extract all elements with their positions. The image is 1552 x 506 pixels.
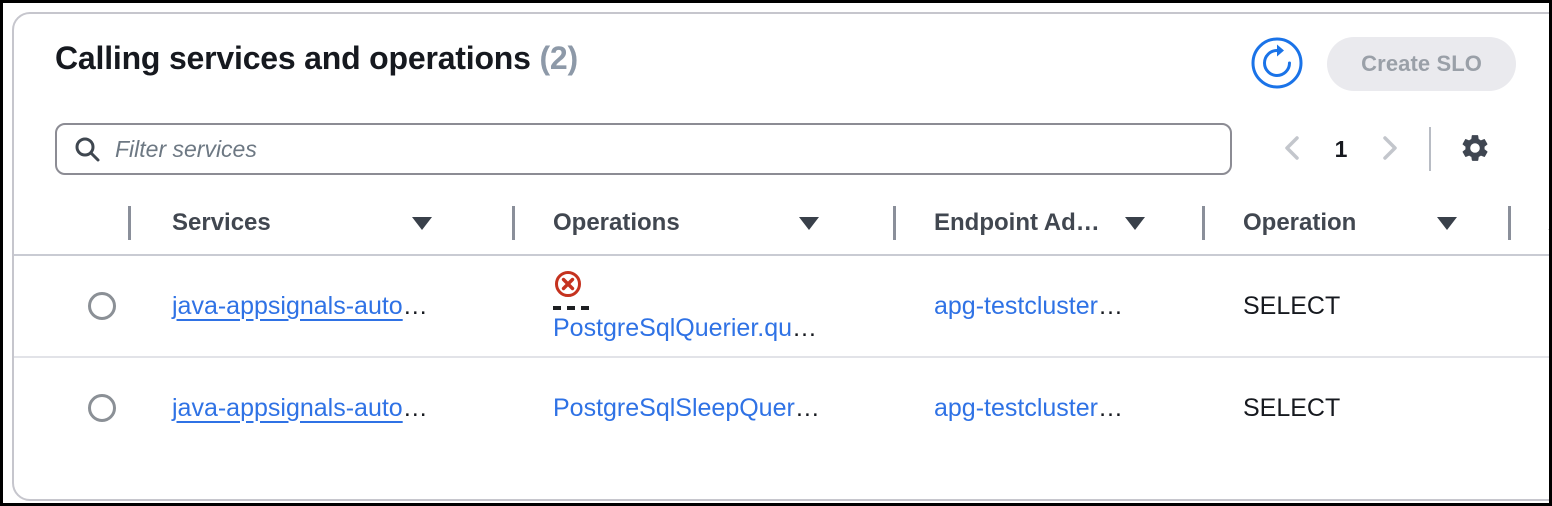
header-actions: Create SLO [1249, 36, 1516, 92]
page-title-count: (2) [539, 40, 578, 76]
cell-partial-metric: 1 [1548, 358, 1549, 458]
operation-link[interactable]: PostgreSqlQuerier.qu [553, 314, 792, 343]
truncation-ellipsis: … [1097, 393, 1123, 422]
cell-operation[interactable]: PostgreSqlSleepQuer… [553, 358, 820, 458]
sort-descending-icon [1434, 214, 1460, 232]
column-header-label: A [1548, 209, 1549, 237]
column-header-label: Operation [1243, 209, 1357, 236]
column-header-label: Endpoint Ad… [934, 209, 1100, 236]
column-header-label: Services [172, 209, 271, 236]
calling-services-panel: Calling services and operations (2) Crea… [12, 12, 1549, 501]
cell-endpoint-address[interactable]: apg-testcluster… [934, 256, 1123, 356]
filter-row: 1 [14, 117, 1547, 181]
truncation-ellipsis: … [792, 314, 818, 342]
chevron-right-icon [1376, 133, 1402, 166]
page-title-text: Calling services and operations [55, 40, 531, 76]
chevron-left-icon [1280, 133, 1306, 166]
pagination-next-button[interactable] [1365, 125, 1413, 173]
cell-operation-type: SELECT [1243, 256, 1340, 356]
filter-services-search[interactable] [55, 123, 1232, 175]
services-table: Services Operations Endpoint Ad… Operati… [14, 192, 1549, 458]
row-select-cell[interactable] [88, 256, 116, 356]
column-divider [128, 206, 131, 240]
table-row[interactable]: java-appsignals-auto… PostgreSqlSleepQue… [14, 358, 1549, 458]
sort-descending-icon [796, 214, 822, 232]
cell-operation-type: SELECT [1243, 358, 1340, 458]
operation-link[interactable]: PostgreSqlSleepQuer [553, 394, 795, 423]
column-header-partial[interactable]: A [1548, 192, 1549, 254]
table-preferences-button[interactable] [1451, 125, 1499, 173]
truncation-ellipsis: … [402, 291, 428, 320]
create-slo-button[interactable]: Create SLO [1327, 37, 1516, 91]
partial-metric-value: 1 [1548, 394, 1549, 423]
refresh-button[interactable] [1249, 36, 1305, 92]
column-divider [893, 206, 896, 240]
table-header-row: Services Operations Endpoint Ad… Operati… [14, 192, 1549, 256]
radio-unselected-icon[interactable] [88, 394, 116, 422]
sort-descending-icon [1122, 214, 1148, 232]
row-select-cell[interactable] [88, 358, 116, 458]
pagination: 1 [1269, 123, 1499, 175]
refresh-icon [1251, 37, 1303, 92]
radio-unselected-icon[interactable] [88, 292, 116, 320]
cell-partial-metric: 1 [1548, 256, 1549, 356]
endpoint-link[interactable]: apg-testcluster [934, 292, 1098, 321]
sort-descending-icon [409, 214, 435, 232]
cell-operation[interactable]: PostgreSqlQuerier.qu… [553, 256, 817, 356]
column-header-label: Operations [553, 209, 680, 236]
pagination-previous-button[interactable] [1269, 125, 1317, 173]
search-input[interactable] [115, 135, 1214, 163]
screenshot-frame: Calling services and operations (2) Crea… [0, 0, 1552, 506]
column-header-operation[interactable]: Operation [1243, 192, 1508, 254]
cell-endpoint-address[interactable]: apg-testcluster… [934, 358, 1123, 458]
gear-icon [1459, 132, 1491, 167]
service-link[interactable]: java-appsignals-auto [172, 394, 403, 423]
truncation-ellipsis: … [794, 393, 820, 422]
column-divider [512, 206, 515, 240]
error-icon [553, 269, 583, 304]
search-icon [73, 135, 101, 163]
operation-error-indicator[interactable] [553, 269, 589, 310]
operation-type-value: SELECT [1243, 291, 1341, 320]
column-header-endpoint-address[interactable]: Endpoint Ad… [934, 192, 1202, 254]
panel-header: Calling services and operations (2) Crea… [14, 14, 1547, 114]
dashed-underline [553, 306, 589, 310]
page-title: Calling services and operations (2) [55, 40, 578, 77]
truncation-ellipsis: … [1097, 291, 1123, 320]
column-divider [1508, 206, 1511, 240]
cell-service[interactable]: java-appsignals-auto… [172, 256, 428, 356]
cell-service[interactable]: java-appsignals-auto… [172, 358, 428, 458]
partial-metric-value: 1 [1548, 292, 1549, 321]
truncation-ellipsis: … [402, 393, 428, 422]
column-divider [1202, 206, 1205, 240]
endpoint-link[interactable]: apg-testcluster [934, 394, 1098, 423]
table-row[interactable]: java-appsignals-auto… PostgreSqlQuerier.… [14, 256, 1549, 358]
operation-type-value: SELECT [1243, 393, 1341, 422]
service-link[interactable]: java-appsignals-auto [172, 292, 403, 321]
column-header-operations[interactable]: Operations [553, 192, 893, 254]
pagination-page-number[interactable]: 1 [1321, 136, 1361, 163]
pagination-divider [1429, 127, 1431, 171]
column-header-services[interactable]: Services [172, 192, 472, 254]
